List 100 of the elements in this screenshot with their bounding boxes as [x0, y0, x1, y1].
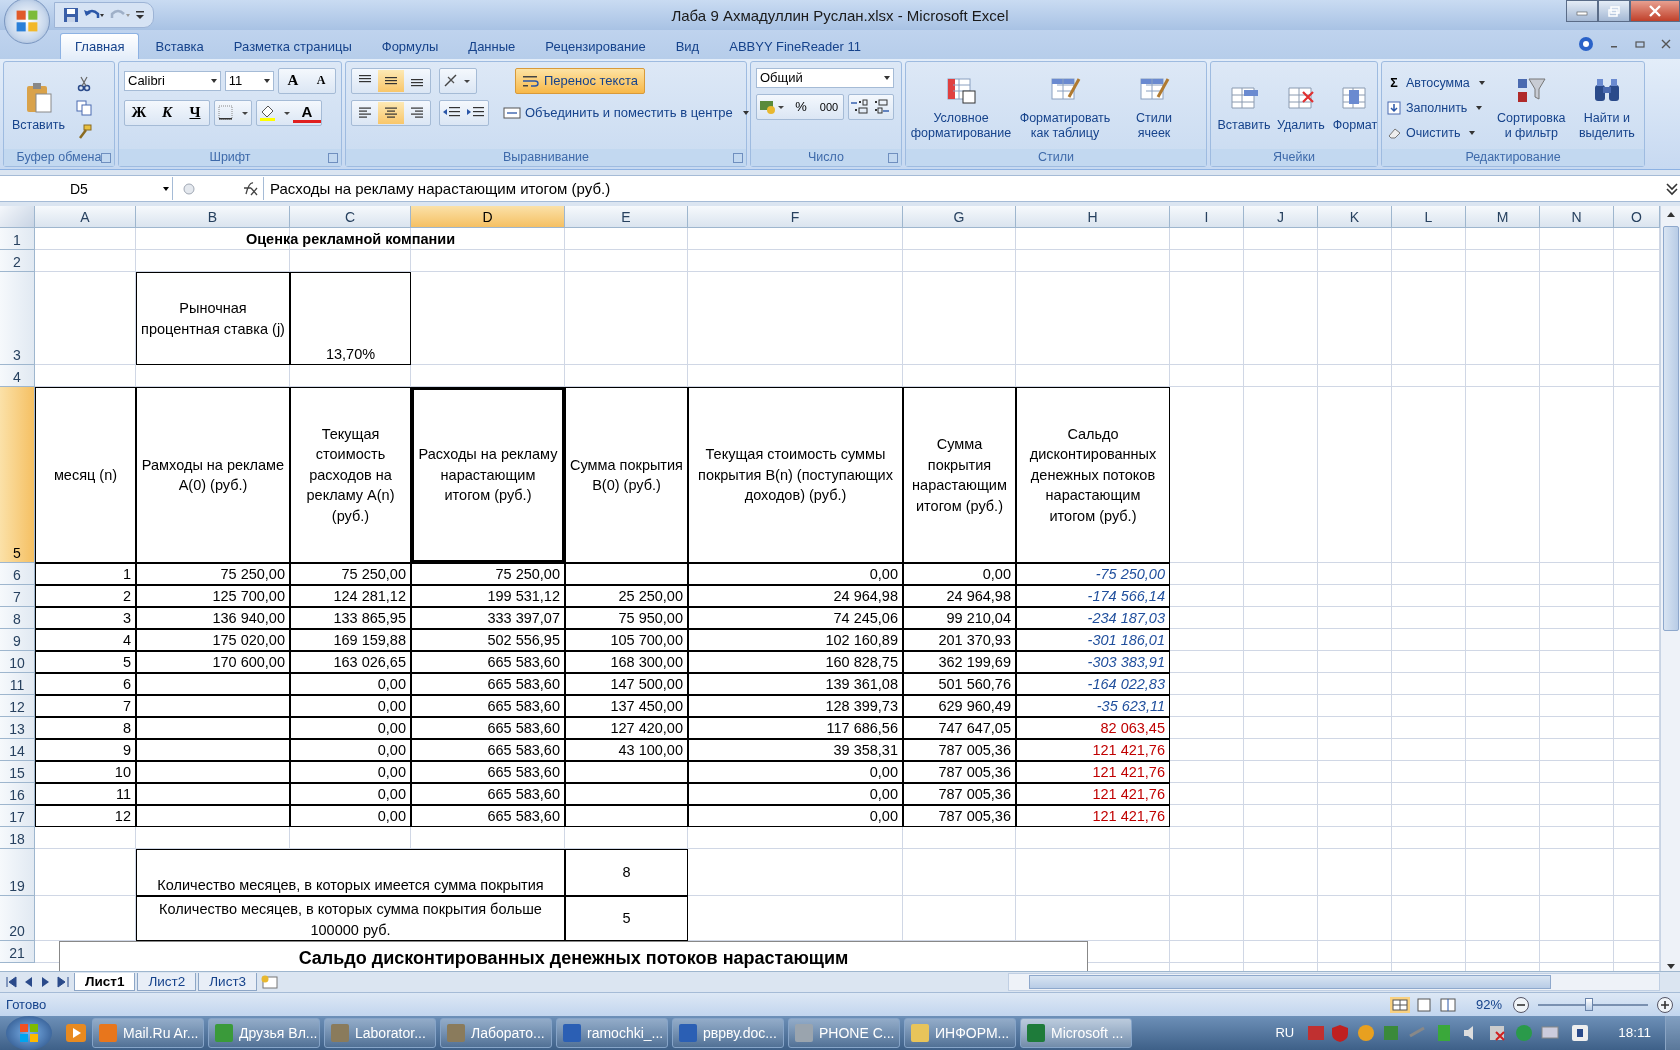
ribbon-tab[interactable]: Данные — [454, 33, 530, 59]
cells-button[interactable]: Вставить — [1216, 82, 1272, 134]
restore-icon[interactable] — [1634, 38, 1646, 51]
office-button[interactable] — [4, 0, 50, 44]
clear-button[interactable]: Очистить — [1387, 123, 1488, 143]
grow-font-button[interactable]: A — [279, 69, 307, 92]
cells-button[interactable]: Формат — [1329, 82, 1381, 134]
start-button[interactable] — [6, 1016, 52, 1050]
zoom-in-icon[interactable] — [1656, 995, 1674, 1014]
format-painter-icon[interactable] — [76, 123, 92, 140]
row-header[interactable]: 9 — [0, 629, 35, 652]
slider-thumb[interactable] — [1584, 997, 1593, 1011]
fill-button[interactable]: Заполнить — [1387, 98, 1488, 118]
wrap-text-button[interactable]: Перенос текста — [515, 67, 645, 94]
ribbon-tab[interactable]: Главная — [60, 32, 140, 59]
row-header[interactable]: 3 — [0, 272, 35, 366]
column-header[interactable]: J — [1244, 206, 1318, 229]
row-header[interactable]: 7 — [0, 585, 35, 608]
row-header[interactable]: 10 — [0, 651, 35, 674]
bold-button[interactable]: Ж — [125, 101, 153, 124]
number-format-field[interactable]: Общий — [756, 67, 894, 88]
ribbon-tab[interactable]: Формулы — [367, 33, 453, 59]
increase-decimal-icon[interactable] — [849, 96, 871, 117]
row-header[interactable]: 4 — [0, 365, 35, 388]
percent-button[interactable]: % — [787, 95, 815, 118]
media-player-icon[interactable] — [64, 1021, 88, 1045]
column-header[interactable]: H — [1016, 206, 1170, 229]
sheet-tab[interactable]: Лист3 — [198, 973, 258, 992]
language-indicator[interactable]: RU — [1275, 1025, 1295, 1041]
ribbon-tab[interactable]: Рецензирование — [531, 33, 660, 59]
save-icon[interactable] — [63, 7, 79, 23]
formula-field[interactable]: Расходы на рекламу нарастающим итогом (руб.) — [263, 177, 1664, 201]
row-header[interactable]: 6 — [0, 563, 35, 586]
column-header[interactable]: L — [1392, 206, 1466, 229]
taskbar-button[interactable]: Друзья Вл... — [208, 1018, 320, 1048]
row-header[interactable]: 19 — [0, 849, 35, 897]
row-header[interactable]: 14 — [0, 739, 35, 762]
ribbon-tab[interactable]: Разметка страницы — [219, 33, 366, 59]
font-family-field[interactable]: Calibri — [124, 70, 221, 91]
italic-button[interactable]: К — [153, 101, 181, 124]
page-break-icon[interactable] — [1437, 996, 1458, 1013]
column-header[interactable]: D — [411, 206, 565, 229]
ribbon-tab[interactable]: Вид — [661, 33, 714, 59]
horizontal-scrollbar[interactable] — [1008, 973, 1660, 992]
sheet-tab[interactable]: Лист1 — [74, 973, 136, 992]
row-header[interactable]: 5 — [0, 387, 35, 564]
row-header[interactable]: 16 — [0, 783, 35, 806]
maximize-button[interactable] — [1598, 0, 1630, 22]
row-header[interactable]: 11 — [0, 673, 35, 696]
scissors-icon[interactable] — [76, 75, 92, 92]
styles-button[interactable]: Стили ячеек — [1119, 74, 1189, 141]
row-header[interactable]: 20 — [0, 896, 35, 942]
ribbon-tab[interactable]: ABBYY FineReader 11 — [715, 33, 875, 59]
paste-button[interactable]: Вставить — [9, 82, 68, 134]
ribbon-tab[interactable]: Вставка — [141, 33, 218, 59]
help-icon[interactable] — [1578, 36, 1594, 53]
horizontal-align-button[interactable] — [378, 101, 404, 124]
shrink-font-button[interactable]: A — [307, 69, 335, 92]
sort-filter-button[interactable]: Сортировка и фильтр — [1493, 74, 1569, 141]
copy-icon[interactable] — [76, 99, 92, 116]
row-header[interactable]: 18 — [0, 827, 35, 850]
zoom-out-icon[interactable] — [1512, 995, 1530, 1014]
row-header[interactable]: 1 — [0, 228, 35, 251]
column-header[interactable]: K — [1318, 206, 1392, 229]
find-select-button[interactable]: Найти и выделить — [1574, 74, 1639, 141]
column-header[interactable]: F — [688, 206, 903, 229]
row-header[interactable]: 21 — [0, 941, 35, 964]
borders-icon[interactable] — [215, 102, 251, 123]
font-size-field[interactable]: 11 — [224, 70, 274, 91]
column-header[interactable]: E — [565, 206, 688, 229]
zoom-level[interactable]: 92% — [1475, 997, 1502, 1013]
column-header[interactable]: B — [136, 206, 290, 229]
minimize-button[interactable] — [1566, 0, 1598, 22]
name-box[interactable]: D5 — [0, 177, 173, 201]
column-header[interactable]: O — [1614, 206, 1660, 229]
row-header[interactable]: 12 — [0, 695, 35, 718]
thousands-separator-button[interactable]: 000 — [815, 95, 843, 118]
row-header[interactable]: 8 — [0, 607, 35, 630]
column-header[interactable]: N — [1540, 206, 1614, 229]
customize-toolbar-icon[interactable] — [135, 9, 145, 21]
autosum-button[interactable]: Σ Автосумма — [1387, 73, 1488, 93]
row-header[interactable]: 2 — [0, 250, 35, 273]
sheet-navigation-icon[interactable] — [4, 975, 72, 990]
cells-button[interactable]: Удалить — [1274, 82, 1328, 134]
scrollbar-thumb[interactable] — [1662, 226, 1679, 632]
vertical-scrollbar[interactable] — [1660, 206, 1680, 972]
column-header[interactable]: M — [1466, 206, 1540, 229]
underline-button[interactable]: Ч — [181, 101, 209, 124]
column-header[interactable]: C — [290, 206, 411, 229]
taskbar-button[interactable]: PHONE C... — [788, 1018, 900, 1048]
row-header[interactable]: 15 — [0, 761, 35, 784]
column-header[interactable]: G — [903, 206, 1016, 229]
column-header[interactable]: A — [35, 206, 136, 229]
styles-button[interactable]: Форматировать как таблицу — [1015, 74, 1115, 141]
vertical-align-button[interactable] — [378, 69, 404, 92]
close-icon[interactable] — [1660, 38, 1672, 51]
sheet-tab[interactable]: Лист2 — [137, 973, 197, 992]
row-header[interactable]: 17 — [0, 805, 35, 828]
styles-button[interactable]: Условное форматирование — [911, 74, 1011, 141]
column-header[interactable]: I — [1170, 206, 1244, 229]
